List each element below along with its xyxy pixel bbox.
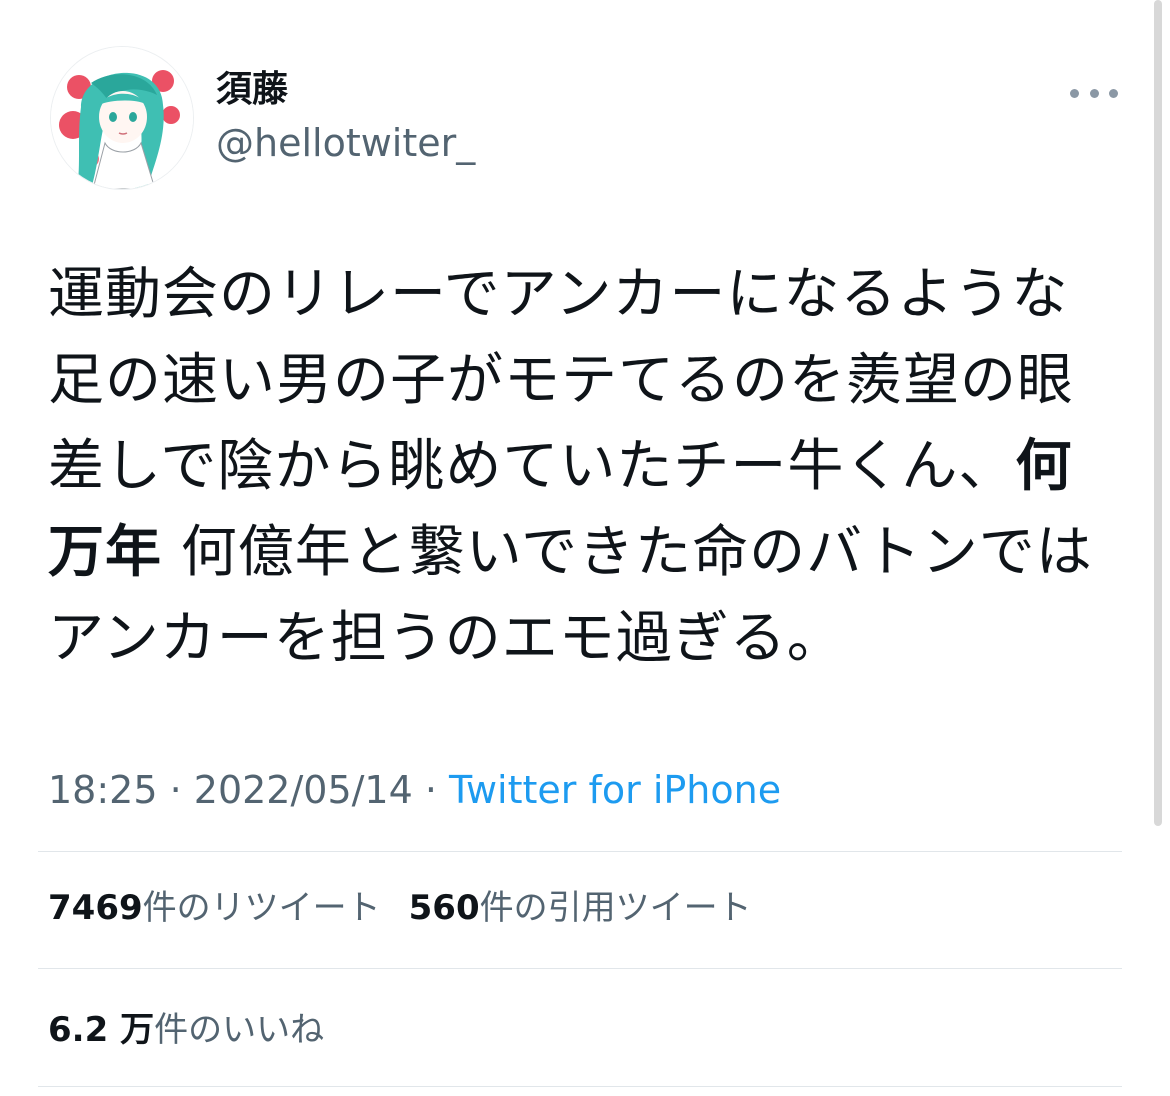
tweet-date[interactable]: 2022/05/14 — [194, 768, 413, 812]
divider — [38, 968, 1122, 969]
likes-count: 6.2 万 — [48, 1010, 155, 1050]
quotes-count: 560 — [408, 888, 480, 928]
divider — [38, 851, 1122, 852]
engagement-stats-row: 7469件のリツイート 560件の引用ツイート — [48, 884, 752, 932]
avatar[interactable] — [50, 46, 194, 190]
retweets-label: 件のリツイート — [142, 888, 381, 928]
meta-separator: · — [157, 768, 194, 812]
quote-tweets-stat[interactable]: 560件の引用ツイート — [409, 888, 752, 928]
user-handle[interactable]: @hellotwiter_ — [216, 120, 475, 166]
scrollbar[interactable] — [1154, 0, 1162, 826]
more-options-button[interactable] — [1070, 80, 1118, 106]
tweet-text-part: 何億年と繋いできた命のバトンではアンカーを担うのエモ過ぎる。 — [48, 520, 1093, 671]
more-horizontal-icon — [1070, 88, 1079, 98]
tweet-text: 運動会のリレーでアンカーになるような足の速い男の子がモテてるのを羨望の眼差しで陰… — [48, 252, 1118, 682]
tweet-time[interactable]: 18:25 — [48, 768, 158, 812]
retweets-stat[interactable]: 7469件のリツイート — [48, 888, 381, 928]
likes-label: 件のいいね — [154, 1010, 325, 1050]
likes-stats-row: 6.2 万件のいいね — [48, 1006, 324, 1054]
tweet-source-link[interactable]: Twitter for iPhone — [449, 768, 781, 812]
retweets-count: 7469 — [48, 888, 143, 928]
meta-separator: · — [412, 768, 450, 812]
likes-stat[interactable]: 6.2 万件のいいね — [48, 1010, 324, 1050]
display-name[interactable]: 須藤 — [216, 68, 288, 112]
more-horizontal-icon-dot — [1089, 88, 1099, 98]
tweet-detail: 須藤 @hellotwiter_ 運動会のリレーでアンカーになるような足の速い男… — [0, 0, 1170, 1096]
divider — [38, 1086, 1122, 1087]
more-horizontal-icon-dot — [1109, 88, 1118, 98]
tweet-metadata: 18:25 · 2022/05/14 · Twitter for iPhone — [48, 766, 781, 814]
anime-girl-avatar-icon — [51, 47, 193, 189]
quotes-label: 件の引用ツイート — [479, 888, 752, 928]
tweet-text-part: 運動会のリレーでアンカーになるような足の速い男の子がモテてるのを羨望の眼差しで陰… — [48, 262, 1074, 499]
